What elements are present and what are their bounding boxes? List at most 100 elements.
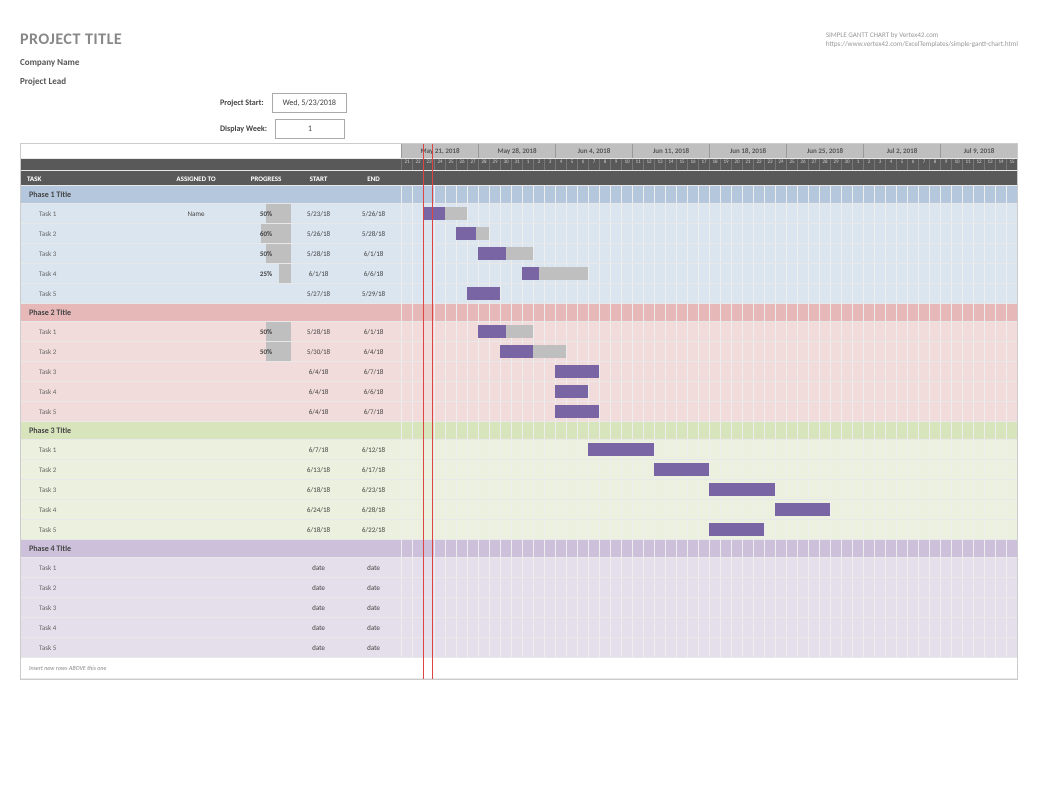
task-assigned[interactable] (151, 618, 241, 637)
task-progress[interactable] (241, 500, 291, 519)
task-progress[interactable] (241, 440, 291, 459)
gantt-bar[interactable] (555, 365, 599, 378)
phase-header[interactable]: Phase 1 Title (21, 186, 1017, 204)
task-end[interactable]: 6/6/18 (346, 264, 401, 283)
task-progress[interactable] (241, 362, 291, 381)
task-end[interactable]: 6/28/18 (346, 500, 401, 519)
task-start[interactable]: 5/28/18 (291, 244, 346, 263)
gantt-bar[interactable] (500, 345, 566, 358)
phase-header[interactable]: Phase 3 Title (21, 422, 1017, 440)
task-assigned[interactable] (151, 284, 241, 303)
task-start[interactable]: 6/18/18 (291, 480, 346, 499)
task-progress[interactable] (241, 382, 291, 401)
task-end[interactable]: 6/1/18 (346, 322, 401, 341)
credit-link[interactable]: https://www.vertex42.com/ExcelTemplates/… (826, 39, 1018, 48)
project-title[interactable]: PROJECT TITLE (20, 30, 122, 49)
task-assigned[interactable] (151, 440, 241, 459)
gantt-bar[interactable] (654, 463, 709, 476)
task-progress[interactable]: 50% (241, 342, 291, 361)
project-lead[interactable]: Project Lead (20, 76, 122, 87)
task-row[interactable]: Task 5 6/18/18 6/22/18 (21, 520, 1017, 540)
task-row[interactable]: Task 3 6/4/18 6/7/18 (21, 362, 1017, 382)
task-start[interactable]: 5/28/18 (291, 322, 346, 341)
task-name[interactable]: Task 5 (21, 284, 151, 303)
task-start[interactable]: 5/26/18 (291, 224, 346, 243)
task-assigned[interactable] (151, 500, 241, 519)
task-name[interactable]: Task 4 (21, 264, 151, 283)
gantt-bar[interactable] (555, 405, 599, 418)
task-start[interactable]: 5/30/18 (291, 342, 346, 361)
task-end[interactable]: date (346, 618, 401, 637)
task-progress[interactable]: 50% (241, 244, 291, 263)
task-start[interactable]: 5/23/18 (291, 204, 346, 223)
task-end[interactable]: 5/28/18 (346, 224, 401, 243)
gantt-bar[interactable] (709, 523, 764, 536)
task-end[interactable]: 6/22/18 (346, 520, 401, 539)
task-assigned[interactable] (151, 322, 241, 341)
task-row[interactable]: Task 2 date date (21, 578, 1017, 598)
task-name[interactable]: Task 3 (21, 598, 151, 617)
task-assigned[interactable] (151, 244, 241, 263)
task-start[interactable]: date (291, 638, 346, 657)
task-name[interactable]: Task 2 (21, 224, 151, 243)
task-end[interactable]: date (346, 578, 401, 597)
task-name[interactable]: Task 2 (21, 578, 151, 597)
task-row[interactable]: Task 3 50% 5/28/18 6/1/18 (21, 244, 1017, 264)
task-end[interactable]: 6/12/18 (346, 440, 401, 459)
task-name[interactable]: Task 1 (21, 322, 151, 341)
task-progress[interactable] (241, 598, 291, 617)
task-name[interactable]: Task 1 (21, 204, 151, 223)
gantt-bar[interactable] (522, 267, 588, 280)
task-progress[interactable] (241, 402, 291, 421)
task-name[interactable]: Task 4 (21, 500, 151, 519)
task-row[interactable]: Task 1 Name 50% 5/23/18 5/26/18 (21, 204, 1017, 224)
task-start[interactable]: 6/24/18 (291, 500, 346, 519)
task-assigned[interactable] (151, 342, 241, 361)
task-row[interactable]: Task 5 5/27/18 5/29/18 (21, 284, 1017, 304)
task-end[interactable]: 6/1/18 (346, 244, 401, 263)
task-start[interactable]: 6/4/18 (291, 362, 346, 381)
task-row[interactable]: Task 1 6/7/18 6/12/18 (21, 440, 1017, 460)
task-row[interactable]: Task 4 6/24/18 6/28/18 (21, 500, 1017, 520)
task-assigned[interactable] (151, 638, 241, 657)
gantt-bar[interactable] (423, 207, 467, 220)
task-name[interactable]: Task 5 (21, 520, 151, 539)
task-row[interactable]: Task 1 50% 5/28/18 6/1/18 (21, 322, 1017, 342)
task-assigned[interactable] (151, 558, 241, 577)
task-progress[interactable] (241, 480, 291, 499)
gantt-bar[interactable] (456, 227, 489, 240)
task-row[interactable]: Task 3 6/18/18 6/23/18 (21, 480, 1017, 500)
task-progress[interactable] (241, 460, 291, 479)
task-row[interactable]: Task 2 60% 5/26/18 5/28/18 (21, 224, 1017, 244)
display-week-input[interactable]: 1 (275, 119, 345, 139)
gantt-bar[interactable] (775, 503, 830, 516)
task-progress[interactable] (241, 520, 291, 539)
task-row[interactable]: Task 2 50% 5/30/18 6/4/18 (21, 342, 1017, 362)
task-assigned[interactable] (151, 460, 241, 479)
company-name[interactable]: Company Name (20, 57, 122, 68)
task-start[interactable]: 6/13/18 (291, 460, 346, 479)
task-assigned[interactable] (151, 480, 241, 499)
task-row[interactable]: Task 5 6/4/18 6/7/18 (21, 402, 1017, 422)
task-end[interactable]: 5/29/18 (346, 284, 401, 303)
task-row[interactable]: Task 1 date date (21, 558, 1017, 578)
task-name[interactable]: Task 4 (21, 382, 151, 401)
task-row[interactable]: Task 5 date date (21, 638, 1017, 658)
gantt-bar[interactable] (709, 483, 775, 496)
task-name[interactable]: Task 5 (21, 402, 151, 421)
task-name[interactable]: Task 3 (21, 480, 151, 499)
task-assigned[interactable] (151, 264, 241, 283)
task-name[interactable]: Task 1 (21, 558, 151, 577)
task-progress[interactable]: 25% (241, 264, 291, 283)
task-start[interactable]: date (291, 618, 346, 637)
project-start-input[interactable]: Wed, 5/23/2018 (272, 93, 347, 113)
task-name[interactable]: Task 3 (21, 362, 151, 381)
task-start[interactable]: date (291, 578, 346, 597)
task-end[interactable]: 6/17/18 (346, 460, 401, 479)
task-progress[interactable] (241, 638, 291, 657)
task-progress[interactable] (241, 558, 291, 577)
task-end[interactable]: 6/7/18 (346, 362, 401, 381)
task-progress[interactable]: 60% (241, 224, 291, 243)
task-name[interactable]: Task 1 (21, 440, 151, 459)
task-assigned[interactable] (151, 224, 241, 243)
